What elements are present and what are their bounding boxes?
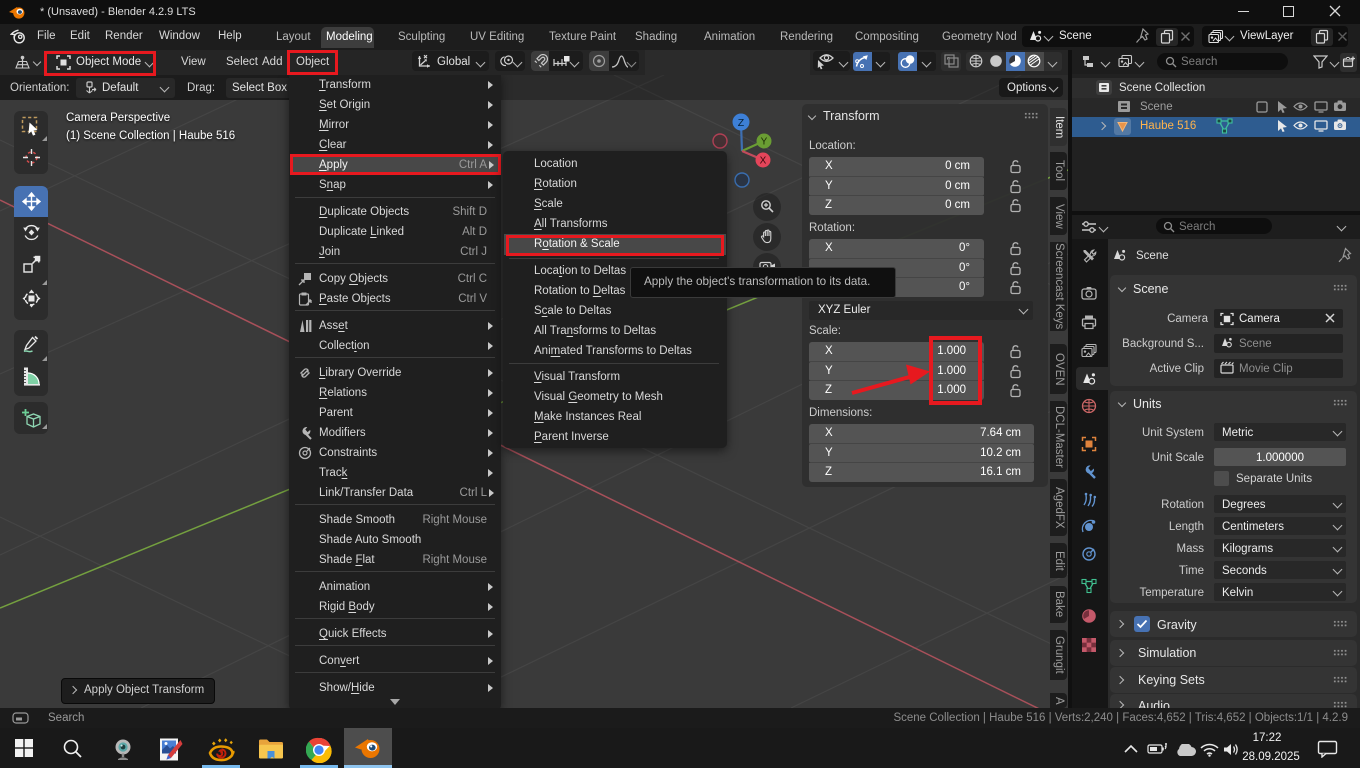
svg-text:X: X	[760, 156, 767, 167]
svg-text:Z: Z	[738, 117, 745, 129]
svg-text:Y: Y	[761, 137, 768, 148]
